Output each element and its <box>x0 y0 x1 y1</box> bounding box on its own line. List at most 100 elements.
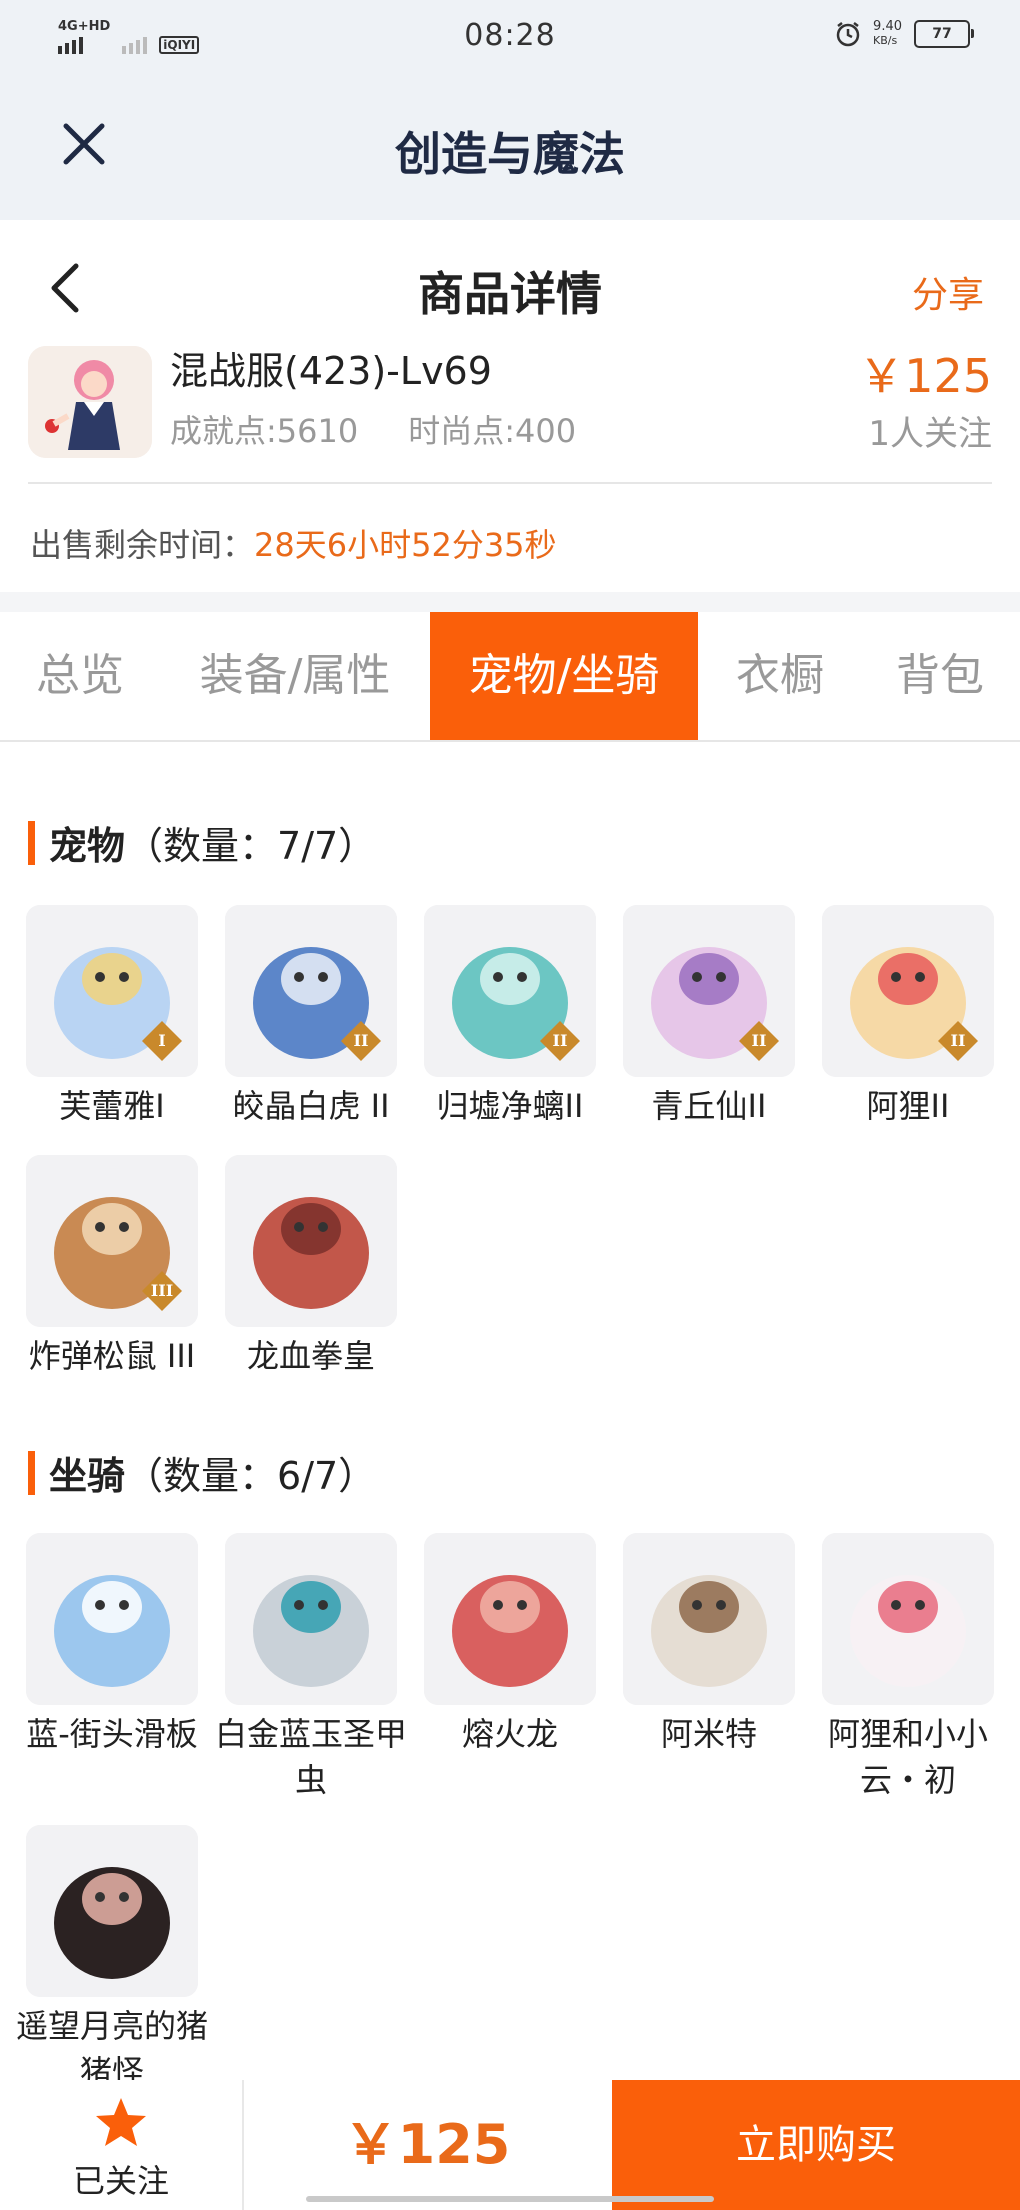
rank-badge-label: II <box>751 1031 767 1050</box>
tab-wardrobe[interactable]: 衣橱 <box>710 612 850 740</box>
rank-badge-label: II <box>552 1031 568 1050</box>
pet-thumbnail: III <box>26 1155 198 1327</box>
pet-image <box>225 1155 397 1327</box>
follower-count: 1人关注 <box>868 414 992 454</box>
mount-thumbnail <box>26 1533 198 1705</box>
pets-section-title: 宠物 （数量：7/7） <box>28 815 376 870</box>
tab-bar: 总览 装备/属性 宠物/坐骑 衣橱 背包 <box>0 612 1020 742</box>
mount-item[interactable]: 阿米特 <box>609 1533 809 1757</box>
net-speed: 9.40 KB/s <box>873 20 902 48</box>
mount-name: 白金蓝玉圣甲虫 <box>214 1715 407 1799</box>
mount-item[interactable]: 遥望月亮的猪猪怪 <box>12 1825 212 2095</box>
rank-badge: II <box>339 1019 383 1063</box>
remaining-value: 28天6小时52分35秒 <box>254 526 557 564</box>
product-name: 混战服(423)-Lv69 <box>170 349 492 393</box>
status-right: 9.40 KB/s 77 <box>835 20 974 48</box>
mount-item[interactable]: 阿狸和小小云・初 <box>808 1533 1008 1803</box>
top-area: 4G+HD iQIYI 08:28 9.40 KB/s 77 创造与魔法 <box>0 0 1020 220</box>
section-marker <box>28 820 35 865</box>
pet-thumbnail: I <box>26 905 198 1077</box>
home-indicator[interactable] <box>306 2196 714 2202</box>
pet-item[interactable]: 龙血拳皇 <box>211 1155 411 1379</box>
mount-thumbnail <box>822 1533 994 1705</box>
follow-label: 已关注 <box>72 2162 169 2200</box>
net-speed-unit: KB/s <box>873 34 898 47</box>
mount-name: 熔火龙 <box>461 1715 558 1753</box>
buy-now-button[interactable]: 立即购买 <box>612 2080 1020 2210</box>
mount-thumbnail <box>623 1533 795 1705</box>
rank-badge: III <box>140 1269 184 1313</box>
pet-item[interactable]: II 阿狸II <box>808 905 1008 1129</box>
rank-badge: II <box>538 1019 582 1063</box>
mount-thumbnail <box>26 1825 198 1997</box>
product-stats: 成就点:5610 时尚点:400 <box>170 406 576 452</box>
mount-image <box>26 1825 198 1997</box>
pet-item[interactable]: III 炸弹松鼠 III <box>12 1155 212 1379</box>
rank-badge-label: II <box>950 1031 966 1050</box>
pet-item[interactable]: I 芙蕾雅I <box>12 905 212 1129</box>
mount-item[interactable]: 蓝-街头滑板 <box>12 1533 212 1757</box>
mount-image <box>26 1533 198 1705</box>
rank-badge: II <box>737 1019 781 1063</box>
achievement-points: 成就点:5610 <box>170 412 359 450</box>
mount-image <box>424 1533 596 1705</box>
section-marker <box>28 1450 35 1495</box>
pet-name: 龙血拳皇 <box>246 1337 375 1375</box>
pets-count: （数量：7/7） <box>125 824 377 868</box>
page-header: 商品详情 分享 <box>0 220 1020 350</box>
rank-badge-label: I <box>158 1031 166 1050</box>
pet-name: 炸弹松鼠 III <box>28 1337 196 1375</box>
mounts-section-title: 坐骑 （数量：6/7） <box>28 1445 376 1500</box>
fashion-points: 时尚点:400 <box>408 412 577 450</box>
remaining-label: 出售剩余时间： <box>30 526 255 564</box>
mounts-title: 坐骑 <box>49 1454 126 1498</box>
mount-image <box>822 1533 994 1705</box>
mounts-count: （数量：6/7） <box>125 1454 377 1498</box>
pet-thumbnail: II <box>822 905 994 1077</box>
battery-level: 77 <box>932 26 952 42</box>
battery-icon: 77 <box>914 20 974 48</box>
pet-item[interactable]: II 皎晶白虎 II <box>211 905 411 1129</box>
mount-thumbnail <box>424 1533 596 1705</box>
alarm-icon <box>836 22 860 47</box>
pet-name: 阿狸II <box>866 1087 950 1125</box>
pet-thumbnail <box>225 1155 397 1327</box>
tab-pets-mounts[interactable]: 宠物/坐骑 <box>430 612 698 740</box>
bottom-price: ￥125 <box>343 2113 511 2176</box>
status-bar: 4G+HD iQIYI 08:28 9.40 KB/s 77 <box>0 0 1020 70</box>
pet-name: 皎晶白虎 II <box>232 1087 390 1125</box>
tab-backpack[interactable]: 背包 <box>870 612 1010 740</box>
pet-thumbnail: II <box>623 905 795 1077</box>
mount-item[interactable]: 熔火龙 <box>410 1533 610 1757</box>
page-title: 商品详情 <box>418 267 602 321</box>
mount-name: 阿米特 <box>660 1715 757 1753</box>
tab-equipment[interactable]: 装备/属性 <box>175 612 415 740</box>
pet-item[interactable]: II 青丘仙II <box>609 905 809 1129</box>
rank-badge-label: III <box>150 1281 174 1300</box>
star-icon <box>96 2098 146 2146</box>
pet-name: 青丘仙II <box>651 1087 767 1125</box>
app-header: 创造与魔法 <box>0 70 1020 220</box>
mount-name: 阿狸和小小云・初 <box>827 1715 988 1799</box>
mount-name: 蓝-街头滑板 <box>26 1715 198 1753</box>
tab-overview[interactable]: 总览 <box>0 612 160 740</box>
pet-name: 归墟净螭II <box>436 1087 584 1125</box>
sale-remaining-time: 出售剩余时间：28天6小时52分35秒 <box>30 520 557 566</box>
divider <box>28 482 992 484</box>
product-summary: 混战服(423)-Lv69 成就点:5610 时尚点:400 ￥125 1人关注 <box>0 340 1020 480</box>
app-title: 创造与魔法 <box>395 127 625 181</box>
rank-badge: II <box>936 1019 980 1063</box>
character-avatar <box>28 346 152 458</box>
character-figure <box>28 346 152 458</box>
rank-badge-label: II <box>353 1031 369 1050</box>
rank-badge: I <box>140 1019 184 1063</box>
pet-item[interactable]: II 归墟净螭II <box>410 905 610 1129</box>
bottom-bar: 已关注 ￥125 立即购买 <box>0 2080 1020 2210</box>
section-gap <box>0 592 1020 612</box>
follow-button[interactable]: 已关注 <box>0 2080 244 2210</box>
product-price: ￥125 <box>858 349 992 403</box>
net-speed-value: 9.40 <box>873 19 902 34</box>
mount-item[interactable]: 白金蓝玉圣甲虫 <box>211 1533 411 1803</box>
share-button[interactable]: 分享 <box>912 266 984 318</box>
mount-image <box>623 1533 795 1705</box>
